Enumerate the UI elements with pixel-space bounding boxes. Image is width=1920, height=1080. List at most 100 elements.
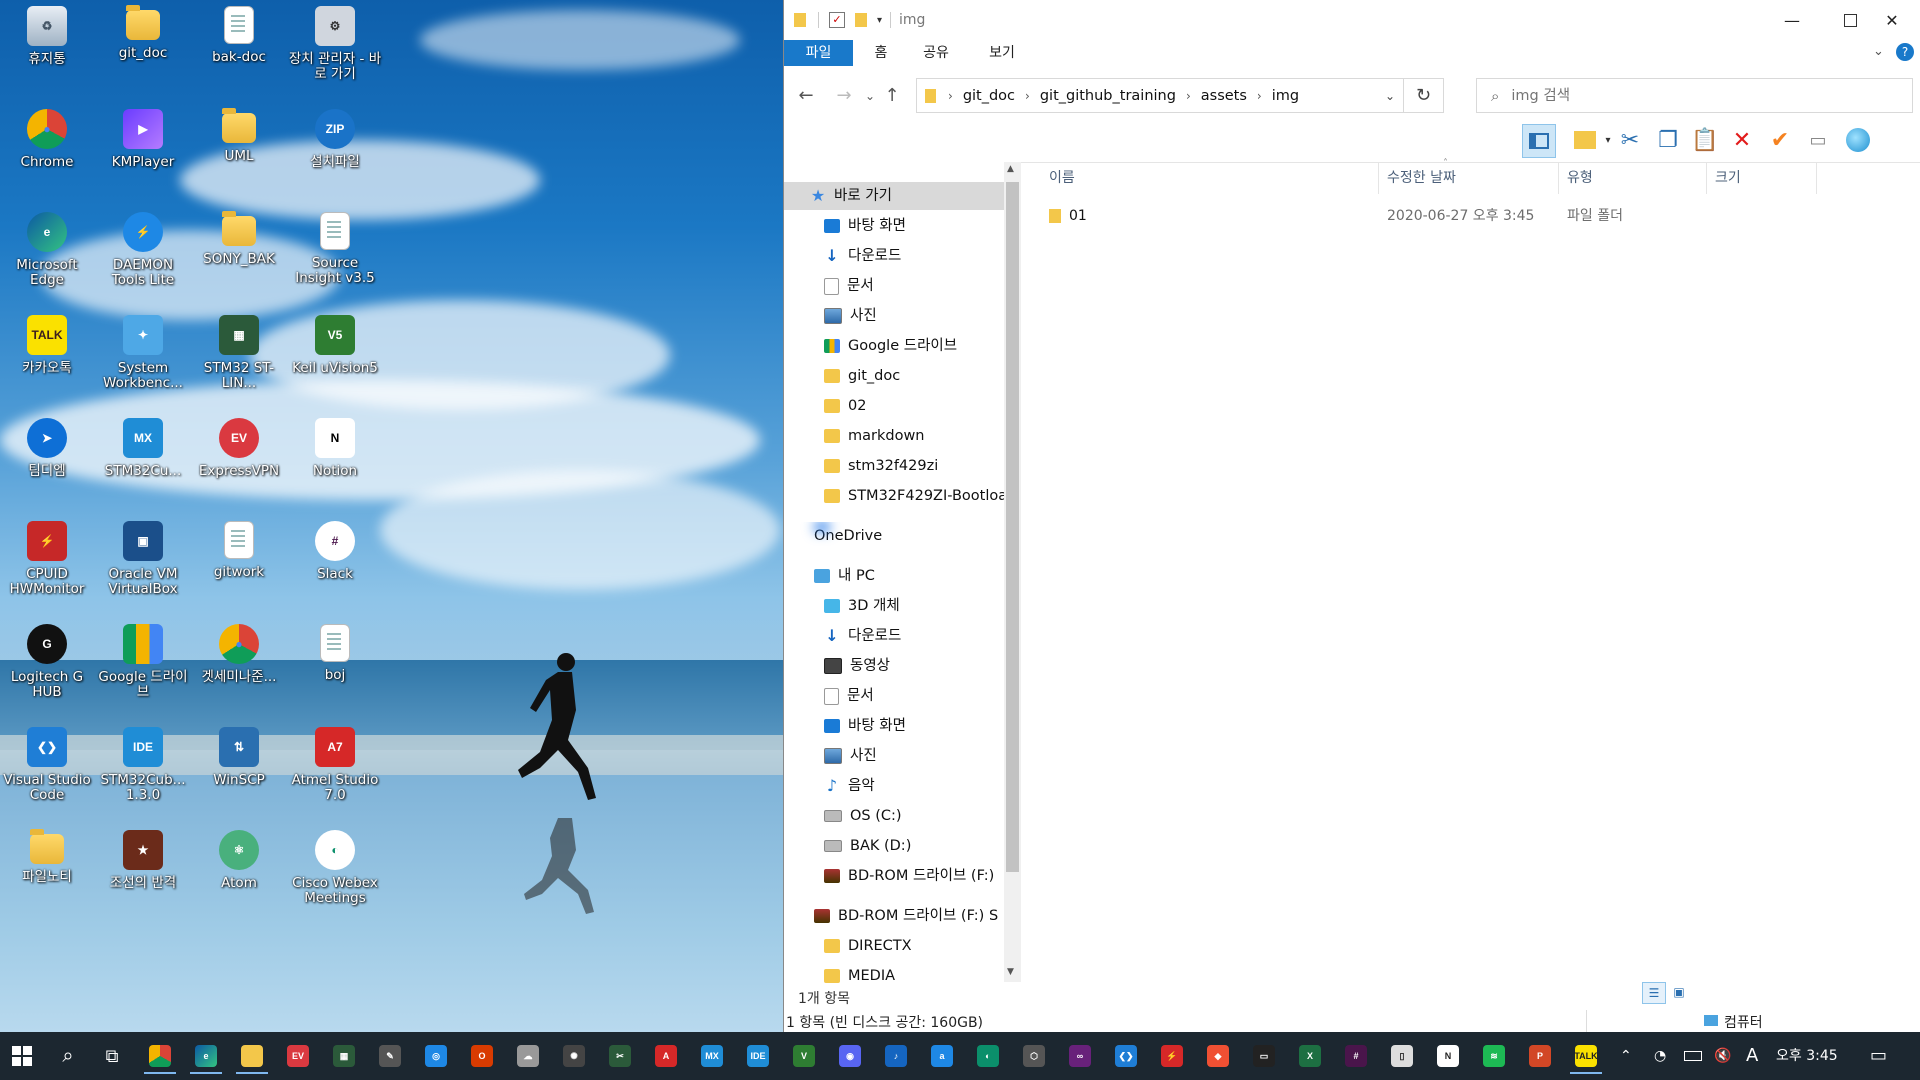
column-name[interactable]: 이름 bbox=[1041, 162, 1379, 194]
nav-google-drive-pinned[interactable]: Google 드라이브📌 bbox=[784, 332, 1004, 360]
nav-this-pc[interactable]: 내 PC bbox=[784, 562, 1004, 590]
nav-pc-3d-objects[interactable]: 3D 개체 bbox=[784, 592, 1004, 620]
desktop-icon[interactable]: EV ExpressVPN bbox=[192, 412, 286, 510]
desktop-icon[interactable]: git_doc bbox=[96, 0, 190, 98]
desktop-icon[interactable]: # Slack bbox=[288, 515, 382, 613]
forward-button[interactable]: → bbox=[830, 84, 858, 108]
desktop-icon[interactable]: ♻ 휴지통 bbox=[0, 0, 94, 98]
desktop-icon[interactable]: boj bbox=[288, 618, 382, 716]
nav-bd-media[interactable]: MEDIA bbox=[784, 962, 1004, 990]
taskbar-st-link-icon[interactable]: ▦ bbox=[328, 1040, 360, 1072]
nav-desktop-pinned[interactable]: 바탕 화면📌 bbox=[784, 212, 1004, 240]
tab-file[interactable]: 파일 bbox=[784, 40, 853, 66]
taskbar-webex-icon[interactable]: ◐ bbox=[972, 1040, 1004, 1072]
nav-onedrive[interactable]: OneDrive bbox=[784, 522, 1004, 550]
ime-indicator[interactable]: A bbox=[1746, 1032, 1758, 1080]
volume-muted-icon[interactable]: 🔇 bbox=[1714, 1032, 1731, 1080]
desktop-icon[interactable]: ★ 조선의 반격 bbox=[96, 824, 190, 922]
nav-git-doc-pinned[interactable]: git_doc📌 bbox=[784, 362, 1004, 390]
globe-icon[interactable] bbox=[1842, 124, 1874, 156]
desktop-icon[interactable]: e Microsoft Edge bbox=[0, 206, 94, 304]
desktop-icon[interactable]: A7 Atmel Studio 7.0 bbox=[288, 721, 382, 819]
copy-icon[interactable]: ❐ bbox=[1652, 124, 1684, 156]
column-type[interactable]: 유형 bbox=[1559, 162, 1707, 194]
new-folder-icon[interactable] bbox=[855, 13, 867, 27]
taskbar-vscode-icon[interactable]: ❮❯ bbox=[1110, 1040, 1142, 1072]
nav-pc-music[interactable]: ♪ 음악 bbox=[784, 772, 1004, 800]
taskbar-music-icon[interactable]: ♪ bbox=[880, 1040, 912, 1072]
desktop-icon[interactable]: IDE STM32Cub... 1.3.0 bbox=[96, 721, 190, 819]
preview-pane-icon[interactable] bbox=[1522, 124, 1556, 158]
breadcrumb-git-github-training[interactable]: git_github_training bbox=[1040, 88, 1176, 104]
customize-chevron-icon[interactable]: ▾ bbox=[877, 15, 882, 26]
taskbar-chatgpt-icon[interactable]: ✺ bbox=[558, 1040, 590, 1072]
close-button[interactable]: ✕ bbox=[1863, 0, 1920, 40]
nav-pc-drive-f[interactable]: BD-ROM 드라이브 (F:) bbox=[784, 862, 1004, 890]
taskbar-discord-icon[interactable]: ◉ bbox=[834, 1040, 866, 1072]
start-button[interactable] bbox=[6, 1040, 38, 1072]
taskbar-edge-icon[interactable]: e bbox=[190, 1040, 222, 1074]
taskbar-snipping-icon[interactable]: ✂ bbox=[604, 1040, 636, 1072]
nav-pc-videos[interactable]: 동영상 bbox=[784, 652, 1004, 680]
nav-recent-02[interactable]: 02 bbox=[784, 392, 1004, 420]
show-hidden-icons-button[interactable]: ⌃ bbox=[1620, 1032, 1632, 1080]
desktop-icon[interactable]: ◐ Cisco Webex Meetings bbox=[288, 824, 382, 922]
taskbar-visual-studio-icon[interactable]: ∞ bbox=[1064, 1040, 1096, 1072]
desktop-icon[interactable]: gitwork bbox=[192, 515, 286, 613]
taskbar-chrome-icon[interactable] bbox=[144, 1040, 176, 1074]
nav-recent-bootloader[interactable]: STM32F429ZI-Bootloader bbox=[784, 482, 1004, 510]
desktop-icon[interactable]: G Logitech G HUB bbox=[0, 618, 94, 716]
scrollbar-thumb[interactable] bbox=[1006, 182, 1019, 872]
desktop-icon[interactable]: ⚡ DAEMON Tools Lite bbox=[96, 206, 190, 304]
desktop-icon[interactable]: UML bbox=[192, 103, 286, 201]
scroll-up-icon[interactable]: ▲ bbox=[1007, 164, 1014, 174]
nav-pc-documents[interactable]: 문서 bbox=[784, 682, 1004, 710]
nav-bd-directx[interactable]: DIRECTX bbox=[784, 932, 1004, 960]
nav-downloads-pinned[interactable]: ↓다운로드📌 bbox=[784, 242, 1004, 270]
taskbar-browser-icon[interactable]: ◎ bbox=[420, 1040, 452, 1072]
table-row[interactable]: 01 2020-06-27 오후 3:45 파일 폴더 bbox=[1021, 202, 1841, 230]
desktop-icon[interactable]: ❮❯ Visual Studio Code bbox=[0, 721, 94, 819]
desktop-icon[interactable]: bak-doc bbox=[192, 0, 286, 98]
cut-icon[interactable]: ✂ bbox=[1614, 124, 1646, 156]
nav-pc-drive-c[interactable]: OS (C:) bbox=[784, 802, 1004, 830]
desktop-icon[interactable]: ⚙ 장치 관리자 - 바로 가기 bbox=[288, 0, 382, 98]
action-center-icon[interactable]: ▭ bbox=[1870, 1032, 1887, 1080]
taskbar-keil-icon[interactable]: V bbox=[788, 1040, 820, 1072]
desktop-icon[interactable]: ⚡ CPUID HWMonitor bbox=[0, 515, 94, 613]
desktop-icon[interactable]: MX STM32Cu... bbox=[96, 412, 190, 510]
desktop-icon[interactable]: ⇅ WinSCP bbox=[192, 721, 286, 819]
desktop-icon[interactable]: V5 Keil uVision5 bbox=[288, 309, 382, 407]
battery-icon[interactable] bbox=[1684, 1032, 1702, 1080]
delete-icon[interactable]: ✕ bbox=[1726, 124, 1758, 156]
taskbar-kakaotalk-icon[interactable]: TALK bbox=[1570, 1040, 1602, 1074]
desktop-icon[interactable]: ▶ KMPlayer bbox=[96, 103, 190, 201]
taskbar-cloud-icon[interactable]: ☁ bbox=[512, 1040, 544, 1072]
desktop-icon[interactable]: ✦ System Workbenc... bbox=[96, 309, 190, 407]
search-input[interactable] bbox=[1509, 86, 1894, 105]
taskbar-notion-icon[interactable]: N bbox=[1432, 1040, 1464, 1072]
desktop-icon[interactable]: ZIP 설치파일 bbox=[288, 103, 382, 201]
clock[interactable]: 오후 3:45 bbox=[1776, 1032, 1838, 1080]
breadcrumb-git-doc[interactable]: git_doc bbox=[963, 88, 1015, 104]
desktop-icon[interactable]: ▦ STM32 ST-LIN... bbox=[192, 309, 286, 407]
search-icon[interactable]: ⌕ bbox=[52, 1040, 84, 1072]
details-view-icon[interactable]: ☰ bbox=[1642, 982, 1666, 1004]
taskbar-powerpoint-icon[interactable]: P bbox=[1524, 1040, 1556, 1072]
tab-home[interactable]: 홈 bbox=[861, 40, 901, 66]
desktop-icon[interactable]: N Notion bbox=[288, 412, 382, 510]
desktop-icon[interactable]: ➤ 팀디엠 bbox=[0, 412, 94, 510]
taskbar-slack-icon[interactable]: # bbox=[1340, 1040, 1372, 1072]
taskbar-atmel-icon[interactable]: A bbox=[650, 1040, 682, 1072]
properties-icon[interactable]: ✓ bbox=[829, 12, 845, 28]
taskbar-teams-icon[interactable]: a bbox=[926, 1040, 958, 1072]
taskbar-file-icon[interactable]: ▯ bbox=[1386, 1040, 1418, 1072]
taskbar-git-icon[interactable]: ◆ bbox=[1202, 1040, 1234, 1072]
taskbar-expressvpn-icon[interactable]: EV bbox=[282, 1040, 314, 1072]
taskbar-spotify-icon[interactable]: ≋ bbox=[1478, 1040, 1510, 1072]
desktop-icon[interactable]: ● Chrome bbox=[0, 103, 94, 201]
up-button[interactable]: ↑ bbox=[878, 84, 906, 108]
search-box[interactable]: ⌕ bbox=[1476, 78, 1913, 113]
select-icon[interactable]: ▭ bbox=[1802, 124, 1834, 156]
tab-share[interactable]: 공유 bbox=[906, 40, 966, 66]
